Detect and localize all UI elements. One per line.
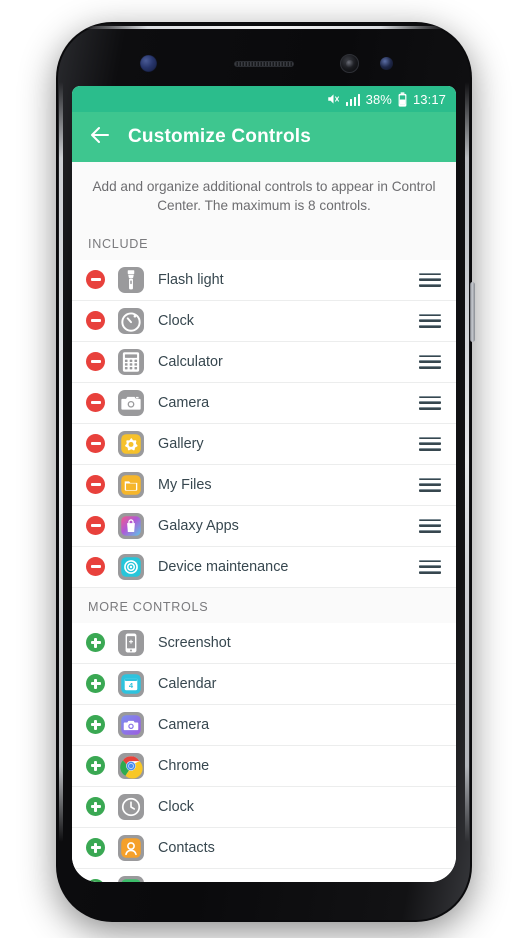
list-item[interactable]: My Files — [72, 464, 456, 506]
signal-bars-icon — [345, 93, 361, 106]
battery-icon — [397, 91, 408, 107]
clock-time-label: 13:17 — [412, 91, 446, 107]
list-item-label: Contacts — [158, 839, 215, 856]
list-item-label: Clock — [158, 798, 194, 815]
control-center-icon — [118, 875, 144, 882]
drag-handle-icon[interactable] — [419, 518, 441, 533]
minus-circle-icon[interactable] — [86, 393, 105, 413]
folder-icon — [118, 471, 144, 498]
back-arrow-icon[interactable] — [88, 123, 112, 152]
device-maintenance-icon — [118, 553, 144, 580]
minus-circle-icon[interactable] — [86, 434, 105, 454]
screenshot-stage: 38% 13:17 Customize Controls Add and org… — [0, 0, 528, 938]
phone-device: 38% 13:17 Customize Controls Add and org… — [56, 22, 475, 922]
list-item-label: Control Center — [158, 881, 441, 882]
section-rows: Screenshot 4 Calendar Camera Chrome Clock Cont… — [72, 622, 456, 882]
drag-handle-icon[interactable] — [419, 436, 441, 451]
list-item[interactable]: Screenshot — [72, 622, 456, 664]
list-item[interactable]: Calculator — [72, 341, 456, 383]
phone-left-edge — [59, 82, 63, 842]
drag-handle-icon[interactable] — [419, 313, 441, 328]
flashlight-icon — [118, 266, 144, 293]
drag-handle-icon[interactable] — [419, 272, 441, 287]
clock-icon — [118, 793, 144, 820]
app-bar: Customize Controls — [72, 112, 456, 162]
list-item-label: Calculator — [158, 353, 223, 370]
sensor-row — [56, 52, 472, 78]
plus-circle-icon[interactable] — [86, 715, 105, 735]
camera-blue-icon — [118, 711, 144, 738]
front-camera-icon — [340, 54, 359, 73]
camera-icon — [118, 389, 144, 416]
power-button[interactable] — [470, 282, 475, 342]
list-item-label: Gallery — [158, 435, 204, 452]
description-text: Add and organize additional controls to … — [72, 162, 456, 230]
list-item[interactable]: Gallery — [72, 423, 456, 465]
iris-scanner-icon — [140, 55, 157, 72]
list-item[interactable]: Camera — [72, 704, 456, 746]
section-header-include: INCLUDE — [72, 229, 456, 260]
plus-circle-icon[interactable] — [86, 838, 105, 858]
battery-percent-label: 38% — [365, 91, 392, 107]
list-item[interactable]: Clock — [72, 300, 456, 342]
list-item-label: Galaxy Apps — [158, 517, 239, 534]
list-item-label: Chrome — [158, 757, 210, 774]
drag-handle-icon[interactable] — [419, 559, 441, 574]
minus-circle-icon[interactable] — [86, 516, 105, 536]
list-item[interactable]: Chrome — [72, 745, 456, 787]
list-item-label: Camera — [158, 394, 210, 411]
plus-circle-icon[interactable] — [86, 633, 105, 653]
calculator-icon — [118, 348, 144, 375]
chrome-icon — [118, 752, 144, 779]
section-rows: Flash light Clock Calculator Camera Gallery M… — [72, 259, 456, 588]
proximity-sensor-icon — [380, 57, 393, 70]
drag-handle-icon[interactable] — [419, 477, 441, 492]
list-item[interactable]: 4 Calendar — [72, 663, 456, 705]
page-title: Customize Controls — [128, 126, 312, 147]
list-item[interactable]: Contacts — [72, 827, 456, 869]
contacts-icon — [118, 834, 144, 861]
clock-stopwatch-icon — [118, 307, 144, 334]
gallery-icon — [118, 430, 144, 457]
list-item-label: Device maintenance — [158, 558, 289, 575]
phone-right-edge — [465, 82, 469, 842]
drag-handle-icon[interactable] — [419, 395, 441, 410]
list-item[interactable]: Clock — [72, 786, 456, 828]
list-item[interactable]: Control Center — [72, 868, 456, 882]
list-item-label: My Files — [158, 476, 212, 493]
calendar-icon: 4 — [118, 670, 144, 697]
list-item-label: Calendar — [158, 675, 217, 692]
plus-circle-icon[interactable] — [86, 674, 105, 694]
list-item[interactable]: Device maintenance — [72, 546, 456, 588]
minus-circle-icon[interactable] — [86, 311, 105, 331]
plus-circle-icon[interactable] — [86, 879, 105, 882]
list-item-label: Camera — [158, 716, 210, 733]
plus-circle-icon[interactable] — [86, 797, 105, 817]
mute-icon — [326, 92, 341, 106]
phone-top-highlight — [82, 26, 446, 29]
minus-circle-icon[interactable] — [86, 352, 105, 372]
plus-circle-icon[interactable] — [86, 756, 105, 776]
screenshot-icon — [118, 629, 144, 656]
controls-list[interactable]: INCLUDE Flash light Clock Calculator Camera G… — [72, 229, 456, 882]
drag-handle-icon[interactable] — [419, 354, 441, 369]
list-item-label: Screenshot — [158, 634, 231, 651]
phone-screen: 38% 13:17 Customize Controls Add and org… — [72, 86, 456, 882]
list-item[interactable]: Galaxy Apps — [72, 505, 456, 547]
galaxy-apps-icon — [118, 512, 144, 539]
list-item-label: Flash light — [158, 271, 224, 288]
earpiece-speaker — [234, 61, 294, 67]
minus-circle-icon[interactable] — [86, 475, 105, 495]
minus-circle-icon[interactable] — [86, 557, 105, 577]
section-header-more-controls: MORE CONTROLS — [72, 587, 456, 623]
status-bar: 38% 13:17 — [72, 86, 456, 112]
list-item[interactable]: Camera — [72, 382, 456, 424]
minus-circle-icon[interactable] — [86, 270, 105, 290]
list-item-label: Clock — [158, 312, 194, 329]
list-item[interactable]: Flash light — [72, 259, 456, 301]
